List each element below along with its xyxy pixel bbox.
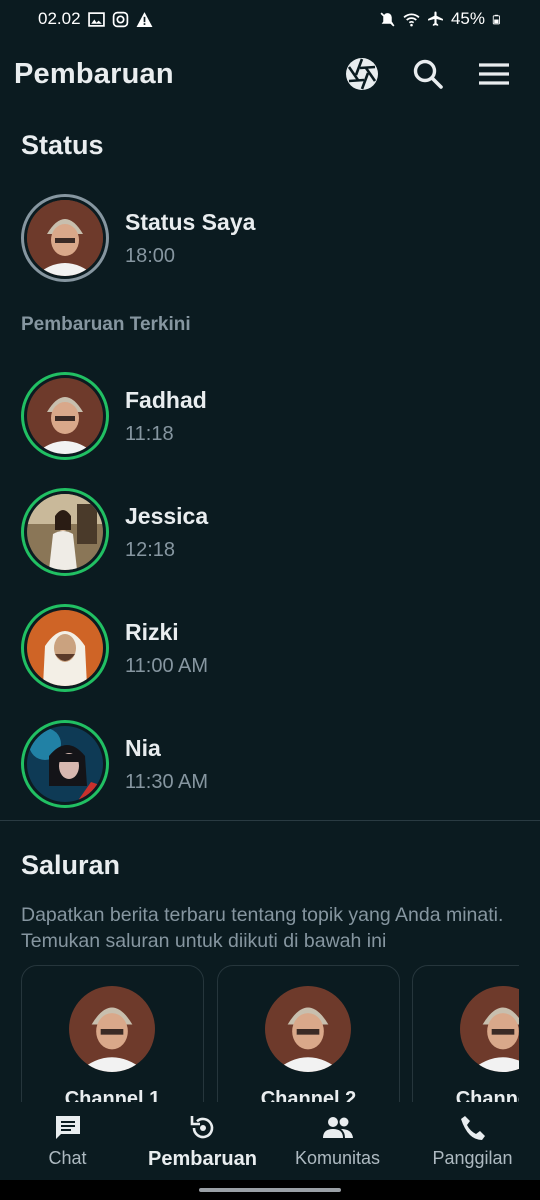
channel-card[interactable]: Channel 2 bbox=[217, 965, 400, 1105]
list-item[interactable]: Fadhad 11:18 bbox=[21, 370, 207, 462]
gallery-icon bbox=[87, 11, 105, 27]
status-time: 11:30 AM bbox=[125, 770, 209, 793]
home-gesture-handle[interactable] bbox=[199, 1188, 341, 1192]
channel-avatar bbox=[460, 986, 519, 1072]
list-item[interactable]: Nia 11:30 AM bbox=[21, 718, 208, 810]
camera-shutter-icon[interactable] bbox=[344, 56, 380, 92]
avatar bbox=[21, 488, 109, 576]
chat-icon bbox=[52, 1112, 84, 1144]
instagram-icon bbox=[112, 11, 128, 27]
contact-name: Rizki bbox=[125, 618, 179, 645]
clock: 02.02 bbox=[38, 9, 81, 28]
list-item[interactable]: Rizki 11:00 AM bbox=[21, 602, 208, 694]
channels-section-title: Saluran bbox=[21, 850, 121, 880]
wifi-icon bbox=[403, 13, 420, 26]
my-status-row[interactable]: Status Saya 18:00 bbox=[21, 192, 255, 284]
search-icon[interactable] bbox=[410, 56, 446, 92]
status-time: 11:00 AM bbox=[125, 654, 209, 677]
system-status-bar: 02.02 45% bbox=[0, 0, 540, 38]
nav-label: Panggilan bbox=[432, 1148, 513, 1168]
status-time: 11:18 bbox=[125, 422, 174, 445]
list-item[interactable]: Jessica 12:18 bbox=[21, 486, 208, 578]
avatar bbox=[21, 720, 109, 808]
warning-icon bbox=[136, 11, 153, 27]
my-status-time: 18:00 bbox=[125, 244, 176, 267]
nia-avatar bbox=[27, 726, 103, 802]
contact-name: Nia bbox=[125, 734, 161, 761]
avatar bbox=[21, 194, 109, 282]
channel-carousel[interactable]: Channel 1 Channel 2 Channel 3 bbox=[21, 965, 519, 1105]
bottom-navigation: Chat Pembaruan Komunitas Panggilan bbox=[0, 1102, 540, 1180]
recent-updates-label: Pembaruan Terkini bbox=[21, 314, 191, 335]
fadhad-avatar bbox=[27, 378, 103, 454]
nav-label: Komunitas bbox=[294, 1148, 381, 1168]
battery-icon bbox=[492, 14, 500, 24]
section-divider bbox=[0, 820, 540, 821]
avatar bbox=[21, 604, 109, 692]
community-icon bbox=[322, 1112, 354, 1144]
avatar bbox=[21, 372, 109, 460]
nav-updates[interactable]: Pembaruan bbox=[135, 1102, 270, 1180]
my-status-avatar bbox=[27, 200, 103, 276]
airplane-mode-icon bbox=[428, 11, 443, 26]
contact-name: Jessica bbox=[125, 502, 209, 529]
mute-icon bbox=[380, 12, 395, 26]
channel-avatar bbox=[69, 986, 155, 1072]
nav-community[interactable]: Komunitas bbox=[270, 1102, 405, 1180]
nav-chat[interactable]: Chat bbox=[0, 1102, 135, 1180]
channel-avatar bbox=[265, 986, 351, 1072]
contact-name: Fadhad bbox=[125, 386, 207, 413]
status-time: 12:18 bbox=[125, 538, 176, 561]
my-status-name: Status Saya bbox=[125, 208, 256, 235]
battery-level: 45% bbox=[450, 9, 485, 28]
channel-card[interactable]: Channel 1 bbox=[21, 965, 204, 1105]
channel-card[interactable]: Channel 3 bbox=[412, 965, 519, 1105]
page-title: Pembaruan bbox=[14, 57, 174, 90]
menu-icon[interactable] bbox=[476, 56, 512, 92]
nav-calls[interactable]: Panggilan bbox=[405, 1102, 540, 1180]
phone-icon bbox=[457, 1112, 489, 1144]
rizki-avatar bbox=[27, 610, 103, 686]
channels-description: Dapatkan berita terbaru tentang topik ya… bbox=[21, 904, 504, 952]
nav-label: Pembaruan bbox=[148, 1148, 257, 1170]
app-bar: Pembaruan bbox=[0, 38, 540, 110]
updates-icon bbox=[187, 1112, 219, 1144]
gesture-bar-area bbox=[0, 1180, 540, 1200]
jessica-avatar bbox=[27, 494, 103, 570]
nav-label: Chat bbox=[48, 1148, 87, 1168]
status-section-title: Status bbox=[21, 130, 104, 160]
